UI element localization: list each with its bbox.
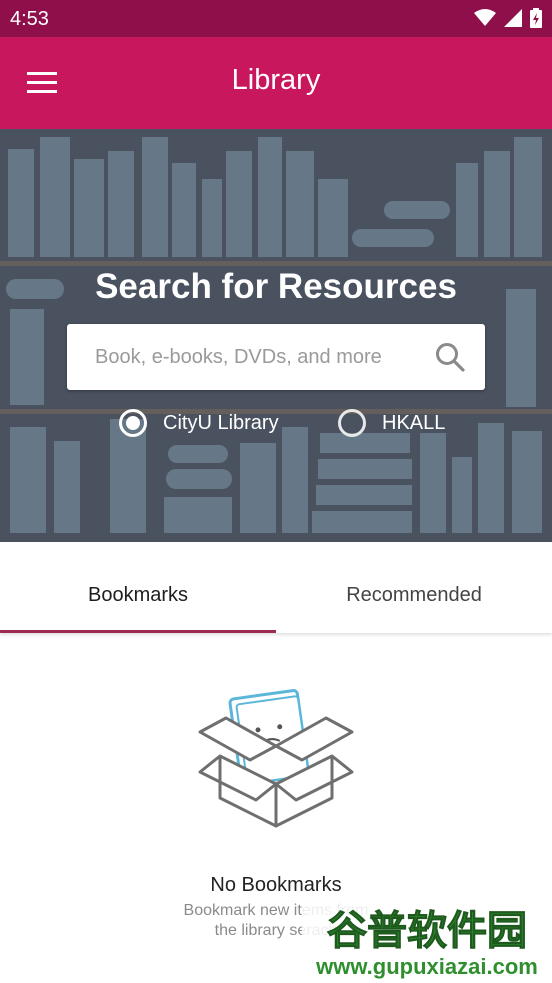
watermark-url: www.gupuxiazai.com bbox=[315, 954, 538, 979]
tab-bar: Bookmarks Recommended bbox=[0, 557, 552, 633]
tab-recommended-label: Recommended bbox=[346, 583, 482, 606]
search-hero: Search for Resources CityU Library HKALL bbox=[0, 129, 552, 542]
library-source-selector: CityU Library HKALL bbox=[0, 407, 552, 439]
radio-hkall[interactable]: HKALL bbox=[338, 407, 445, 439]
status-icons bbox=[474, 7, 542, 29]
hero-title: Search for Resources bbox=[95, 267, 457, 306]
radio-hkall-label: HKALL bbox=[382, 411, 446, 434]
app-bar: Library bbox=[0, 37, 552, 129]
radio-cityu-library-label: CityU Library bbox=[163, 411, 279, 434]
battery-charging-icon bbox=[530, 8, 542, 28]
radio-selected-icon bbox=[119, 409, 147, 437]
empty-box-book-icon bbox=[198, 689, 354, 828]
cell-signal-icon bbox=[504, 9, 522, 27]
status-time: 4:53 bbox=[10, 8, 49, 30]
radio-unselected-icon bbox=[338, 409, 366, 437]
search-icon[interactable] bbox=[435, 342, 465, 372]
app-title: Library bbox=[231, 64, 321, 96]
watermark-title: 谷普软件园 bbox=[327, 908, 527, 954]
tab-bookmarks-label: Bookmarks bbox=[87, 583, 189, 606]
tab-recommended[interactable]: Recommended bbox=[276, 557, 552, 633]
radio-cityu-library[interactable]: CityU Library bbox=[119, 407, 279, 439]
search-box bbox=[67, 324, 485, 390]
tab-active-indicator bbox=[0, 630, 276, 633]
watermark-logo: 谷普软件园 www.gupuxiazai.com bbox=[302, 894, 552, 983]
status-bar: 4:53 bbox=[0, 0, 552, 37]
search-input[interactable] bbox=[95, 324, 425, 390]
tab-bookmarks[interactable]: Bookmarks bbox=[0, 557, 276, 633]
wifi-icon bbox=[474, 9, 496, 26]
